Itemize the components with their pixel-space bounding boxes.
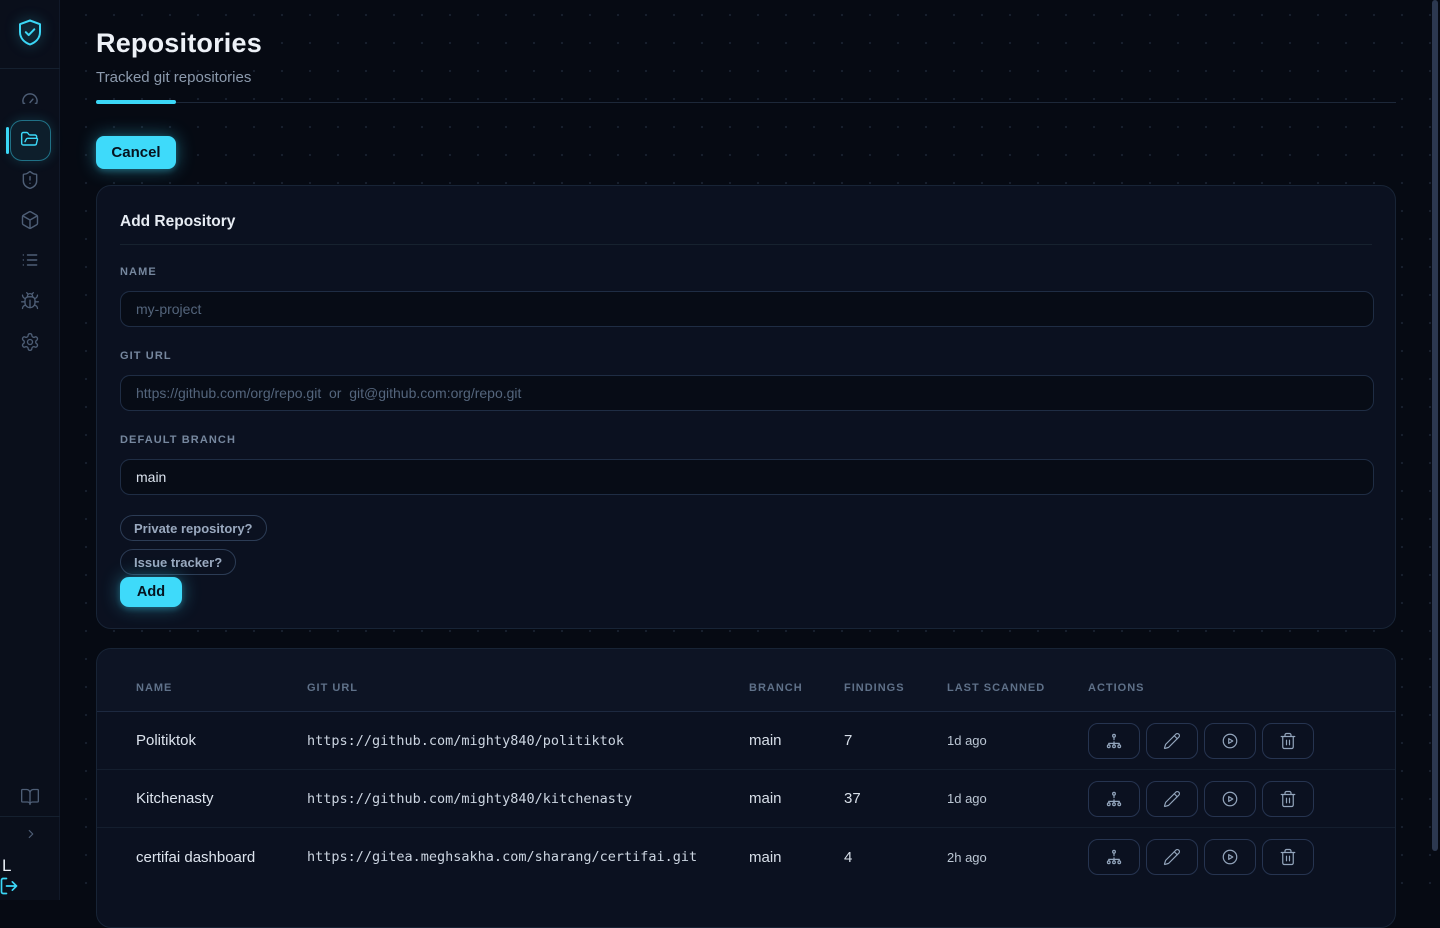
sitemap-icon <box>1105 790 1123 808</box>
repo-actions <box>1088 723 1395 759</box>
vertical-scrollbar-thumb[interactable] <box>1432 0 1438 851</box>
repo-actions <box>1088 839 1395 875</box>
pencil-icon <box>1163 732 1181 750</box>
table-row: Kitchenasty https://github.com/mighty840… <box>97 770 1395 828</box>
sidebar-item-alerts[interactable] <box>20 170 40 190</box>
table-row: Politiktok https://github.com/mighty840/… <box>97 712 1395 770</box>
run-scan-button[interactable] <box>1204 839 1256 875</box>
edit-button[interactable] <box>1146 723 1198 759</box>
sidebar-item-issues[interactable] <box>20 291 40 311</box>
logout-button[interactable] <box>0 876 20 896</box>
repo-actions <box>1088 781 1395 817</box>
delete-button[interactable] <box>1262 781 1314 817</box>
repo-name: Politiktok <box>136 732 307 749</box>
repo-name: certifai dashboard <box>136 849 307 866</box>
dashboard-gauge-icon <box>20 90 40 110</box>
sitemap-icon <box>1105 848 1123 866</box>
repo-findings: 7 <box>844 732 947 749</box>
repo-branch: main <box>749 849 844 866</box>
trash-icon <box>1279 848 1297 866</box>
default-branch-input[interactable] <box>120 459 1374 495</box>
sidebar-item-logs[interactable] <box>20 250 40 270</box>
sidebar-item-packages[interactable] <box>20 210 40 230</box>
delete-button[interactable] <box>1262 839 1314 875</box>
form-divider <box>120 244 1372 245</box>
run-scan-button[interactable] <box>1204 723 1256 759</box>
sidebar-divider-top <box>0 68 60 69</box>
col-header-name: NAME <box>136 682 307 694</box>
shield-check-logo-icon <box>16 18 44 46</box>
repo-git-url: https://github.com/mighty840/politiktok <box>307 733 749 749</box>
play-circle-icon <box>1221 848 1239 866</box>
name-input[interactable] <box>120 291 1374 327</box>
sidebar-item-repositories[interactable] <box>20 130 40 150</box>
pencil-icon <box>1163 790 1181 808</box>
page-subtitle: Tracked git repositories <box>96 69 251 86</box>
list-icon <box>20 250 40 270</box>
repositories-table-card: NAME GIT URL BRANCH FINDINGS LAST SCANNE… <box>96 648 1396 928</box>
log-out-icon <box>0 876 20 896</box>
repo-last-scanned: 2h ago <box>947 850 1088 865</box>
play-circle-icon <box>1221 790 1239 808</box>
active-nav-indicator <box>6 127 9 154</box>
col-header-actions: ACTIONS <box>1088 682 1395 694</box>
app-logo[interactable] <box>16 18 44 46</box>
page-title: Repositories <box>96 28 262 59</box>
name-label: NAME <box>120 266 157 278</box>
pencil-icon <box>1163 848 1181 866</box>
cancel-button[interactable]: Cancel <box>96 136 176 169</box>
col-header-branch: BRANCH <box>749 682 844 694</box>
bug-icon <box>20 291 40 311</box>
issue-tracker-toggle[interactable]: Issue tracker? <box>120 549 236 575</box>
book-open-icon <box>20 787 40 807</box>
add-repository-card: Add Repository NAME GIT URL DEFAULT BRAN… <box>96 185 1396 629</box>
form-title: Add Repository <box>120 213 235 231</box>
package-icon <box>20 210 40 230</box>
private-repository-toggle[interactable]: Private repository? <box>120 515 267 541</box>
sitemap-button[interactable] <box>1088 839 1140 875</box>
title-rule <box>96 102 1396 103</box>
folder-open-icon <box>20 130 40 150</box>
play-circle-icon <box>1221 732 1239 750</box>
edit-button[interactable] <box>1146 839 1198 875</box>
col-header-findings: FINDINGS <box>844 682 947 694</box>
repo-git-url: https://gitea.meghsakha.com/sharang/cert… <box>307 849 749 865</box>
sidebar-collapse-toggle[interactable] <box>24 827 38 841</box>
edit-button[interactable] <box>1146 781 1198 817</box>
trash-icon <box>1279 790 1297 808</box>
run-scan-button[interactable] <box>1204 781 1256 817</box>
repo-name: Kitchenasty <box>136 790 307 807</box>
user-initial: L <box>2 856 11 876</box>
repo-findings: 37 <box>844 790 947 807</box>
git-url-input[interactable] <box>120 375 1374 411</box>
sidebar-item-settings[interactable] <box>20 332 40 352</box>
repo-branch: main <box>749 790 844 807</box>
add-button[interactable]: Add <box>120 577 182 607</box>
repo-last-scanned: 1d ago <box>947 733 1088 748</box>
sitemap-icon <box>1105 732 1123 750</box>
repo-findings: 4 <box>844 849 947 866</box>
sitemap-button[interactable] <box>1088 723 1140 759</box>
table-row: certifai dashboard https://gitea.meghsak… <box>97 828 1395 886</box>
title-rule-accent <box>96 100 176 104</box>
repo-git-url: https://github.com/mighty840/kitchenasty <box>307 791 749 807</box>
sitemap-button[interactable] <box>1088 781 1140 817</box>
default-branch-label: DEFAULT BRANCH <box>120 434 236 446</box>
git-url-label: GIT URL <box>120 350 172 362</box>
repo-last-scanned: 1d ago <box>947 791 1088 806</box>
col-header-last-scanned: LAST SCANNED <box>947 682 1088 694</box>
sidebar-item-dashboard[interactable] <box>20 90 40 110</box>
chevron-right-icon <box>24 827 38 841</box>
sidebar: L <box>0 0 60 900</box>
sidebar-item-docs[interactable] <box>20 787 40 807</box>
main-content: Repositories Tracked git repositories Ca… <box>60 0 1440 900</box>
shield-alert-icon <box>20 170 40 190</box>
col-header-git-url: GIT URL <box>307 682 749 694</box>
table-header-row: NAME GIT URL BRANCH FINDINGS LAST SCANNE… <box>97 649 1395 712</box>
gear-icon <box>20 332 40 352</box>
delete-button[interactable] <box>1262 723 1314 759</box>
repo-branch: main <box>749 732 844 749</box>
sidebar-divider-bottom <box>0 816 60 817</box>
trash-icon <box>1279 732 1297 750</box>
